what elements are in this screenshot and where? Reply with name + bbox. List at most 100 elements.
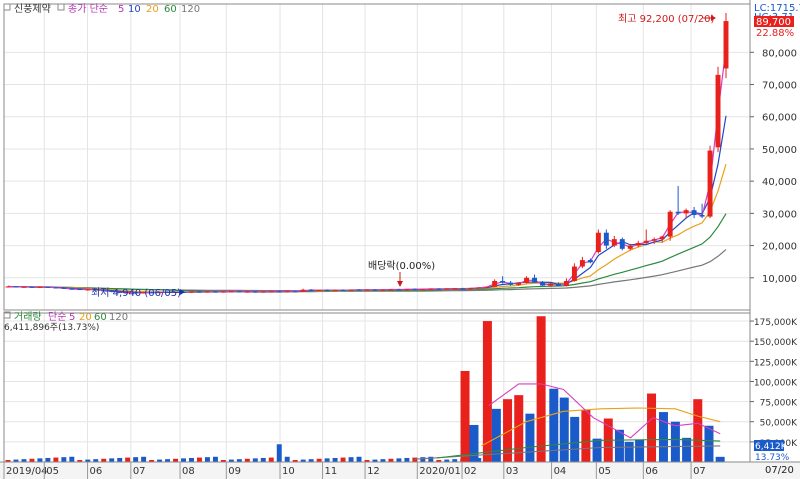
x-tick-label: 03: [506, 466, 519, 477]
price-tick-label: 20,000: [762, 242, 797, 253]
volume-bar: [252, 458, 258, 462]
volume-bar: [559, 397, 569, 462]
candle-body: [284, 291, 290, 293]
volume-bar: [682, 437, 692, 462]
volume-tick-label: 50,000K: [760, 419, 798, 429]
candle-body: [667, 211, 673, 237]
volume-bar: [658, 412, 668, 462]
candle-body: [627, 245, 633, 249]
candle-body: [508, 282, 514, 285]
volume-bar: [715, 456, 725, 462]
candle-body: [460, 288, 466, 290]
date-label: 07/20: [765, 465, 794, 476]
volume-bar: [340, 457, 346, 462]
volume-legend: 거래량 단순 5 20 60 120 6,411,896주(13.73%): [3, 311, 128, 333]
x-tick-label: 05: [598, 466, 611, 477]
x-tick-label: 10: [282, 466, 295, 477]
candle-body: [37, 286, 43, 288]
legend-ma5: 5: [118, 4, 124, 15]
volume-bar: [117, 457, 123, 462]
volume-bar: [348, 457, 354, 462]
candle-body: [476, 287, 482, 289]
volume-ma-prefix: 단순: [48, 311, 66, 323]
x-tick-label: 07: [693, 466, 706, 477]
volume-tick-label: 125,000K: [754, 358, 798, 368]
x-tick-label: 2020/01: [419, 466, 461, 477]
volume-last-value: 6,411,896주(13.73%): [4, 322, 99, 333]
candle-body: [308, 289, 314, 291]
x-tick-label: 11: [325, 466, 338, 477]
legend-checkbox[interactable]: [57, 3, 65, 11]
candle-body: [563, 281, 569, 286]
candle-body: [45, 286, 51, 288]
volume-tick-label: 150,000K: [754, 338, 798, 348]
candle-body: [380, 289, 386, 291]
candle-body: [412, 289, 418, 291]
volume-legend-ma120: 120: [109, 312, 128, 323]
candle-body: [228, 291, 234, 293]
volume-bar: [45, 457, 51, 462]
volume-bar: [125, 457, 131, 462]
price-tick-label: 50,000: [762, 145, 797, 156]
high-annotation: 최고 92,200 (07/20): [618, 13, 714, 25]
candle-body: [77, 289, 83, 291]
candle-body: [420, 289, 426, 291]
candle-body: [332, 290, 338, 292]
candle-body: [300, 289, 306, 292]
price-candles: [5, 13, 729, 295]
candle-body: [212, 291, 218, 293]
candle-body: [643, 240, 649, 244]
candle-body: [444, 288, 450, 290]
candle-body: [404, 289, 410, 291]
volume-legend-ma60: 60: [94, 312, 107, 323]
candle-body: [611, 239, 617, 246]
candle-body: [516, 282, 522, 285]
candle-body: [651, 239, 657, 241]
x-tick-label: 09: [228, 466, 241, 477]
candle-body: [356, 289, 362, 291]
volume-name: 거래량: [14, 311, 42, 323]
price-tick-label: 10,000: [762, 274, 797, 285]
volume-bar: [396, 458, 402, 462]
candle-body: [292, 291, 298, 293]
x-tick-label: 12: [367, 466, 380, 477]
candle-body: [699, 214, 705, 217]
candle-body: [204, 291, 210, 293]
candle-body: [436, 288, 442, 290]
x-tick-label: 06: [645, 466, 658, 477]
ma10-line: [7, 115, 727, 294]
x-axis-band: [0, 462, 800, 479]
candle-body: [61, 287, 67, 289]
volume-bar: [37, 458, 43, 462]
grid-lines: [4, 4, 750, 462]
legend-checkbox[interactable]: [3, 3, 11, 11]
legend-ma20: 20: [146, 4, 159, 15]
change-percent: 22.88%: [756, 28, 794, 39]
volume-bar: [324, 458, 330, 462]
legend-ma60: 60: [164, 4, 177, 15]
volume-bar: [570, 416, 580, 462]
x-tick-label: 02: [464, 466, 477, 477]
candle-body: [468, 288, 474, 290]
candle-body: [452, 288, 458, 290]
volume-bar: [469, 424, 479, 462]
volume-bar: [284, 456, 290, 462]
candle-body: [635, 243, 641, 246]
candle-body: [388, 289, 394, 291]
candle-body: [324, 290, 330, 292]
volume-bar: [133, 457, 139, 462]
volume-tick-label: 175,000K: [754, 318, 798, 328]
current-price: 89,700: [756, 17, 791, 28]
volume-bar: [670, 421, 680, 462]
volume-bar: [332, 457, 338, 462]
candle-body: [524, 277, 530, 283]
price-tick-label: 80,000: [762, 48, 797, 59]
price-legend: 신풍제약 종가 단순 5 10 20 60 120: [3, 3, 200, 15]
candle-body: [372, 289, 378, 291]
candle-body: [548, 283, 553, 286]
volume-bar: [141, 456, 147, 462]
volume-percent: 13.73%: [755, 453, 790, 463]
candle-body: [244, 291, 250, 293]
candle-body: [268, 291, 274, 293]
low-annotation: 최저 4,940 (06/05): [91, 287, 181, 299]
